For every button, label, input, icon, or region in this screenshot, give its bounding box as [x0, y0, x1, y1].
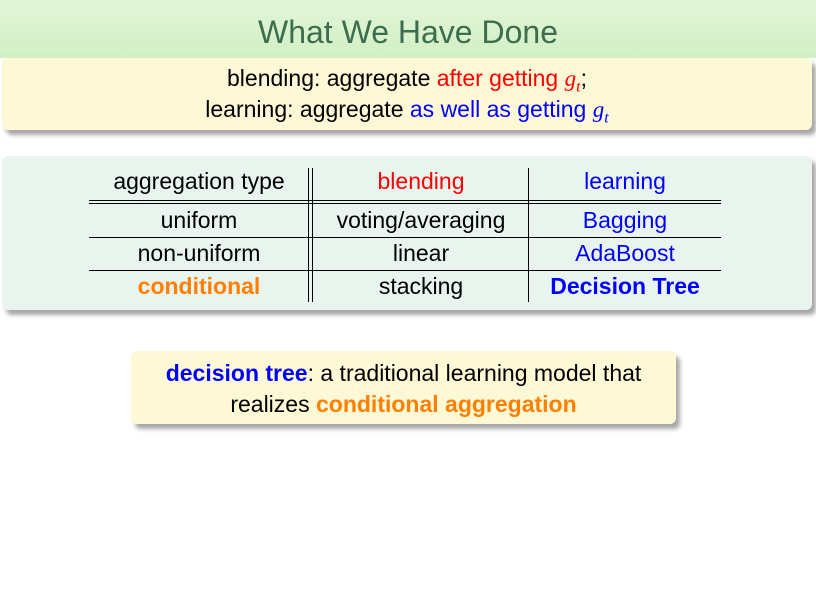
table-cell-stacking: stacking	[378, 273, 464, 299]
table-header-type: aggregation type	[113, 168, 285, 194]
slide: What We Have Done blending: aggregate af…	[0, 0, 816, 589]
page-title: What We Have Done	[258, 14, 558, 50]
intro-line1-math-g: g	[564, 66, 577, 91]
intro-line2-prefix: learning: aggregate	[205, 96, 410, 122]
table-divider	[528, 168, 529, 302]
aggregation-table-box: aggregation type blending learning unifo…	[2, 156, 812, 310]
intro-line1-prefix: blending: aggregate	[227, 65, 437, 91]
intro-line2-math-g: g	[592, 97, 605, 122]
conclusion-line-1: decision tree: a traditional learning mo…	[131, 360, 676, 387]
table-cell-adaboost: AdaBoost	[575, 240, 675, 266]
table-double-divider-1	[308, 168, 309, 302]
conclusion-rest2-prefix: realizes	[230, 391, 316, 417]
conclusion-line-2: realizes conditional aggregation	[131, 391, 676, 418]
table-header-rule-1	[89, 200, 721, 201]
intro-line2-math-sub: t	[604, 109, 609, 127]
table-header-blending: blending	[377, 168, 465, 194]
conclusion-term: decision tree	[165, 360, 308, 386]
table-cell-voting-averaging: voting/averaging	[336, 207, 506, 233]
table-double-divider-2	[312, 168, 313, 302]
conclusion-highlight: conditional aggregation	[315, 391, 577, 417]
table-cell-non-uniform: non-uniform	[137, 240, 261, 266]
intro-line-blending: blending: aggregate after getting gt;	[2, 65, 812, 97]
conclusion-rest1: : a traditional learning model that	[307, 360, 642, 386]
intro-line2-math: gt	[592, 97, 609, 127]
table-cell-decision-tree: Decision Tree	[550, 273, 700, 299]
table-cell-conditional: conditional	[137, 273, 261, 299]
intro-line1-highlight: after getting	[436, 65, 565, 91]
table-cell-uniform: uniform	[160, 207, 238, 233]
intro-line-learning: learning: aggregate as well as getting g…	[2, 96, 812, 128]
conclusion-box: decision tree: a traditional learning mo…	[131, 351, 676, 424]
intro-box: blending: aggregate after getting gt; le…	[2, 58, 812, 130]
table-header-learning: learning	[584, 168, 666, 194]
intro-line1-math: gt	[564, 66, 581, 96]
table-cell-linear: linear	[392, 240, 450, 266]
intro-line1-suffix: ;	[580, 65, 587, 91]
table-cell-bagging: Bagging	[582, 207, 668, 233]
intro-line2-highlight: as well as getting	[409, 96, 593, 122]
